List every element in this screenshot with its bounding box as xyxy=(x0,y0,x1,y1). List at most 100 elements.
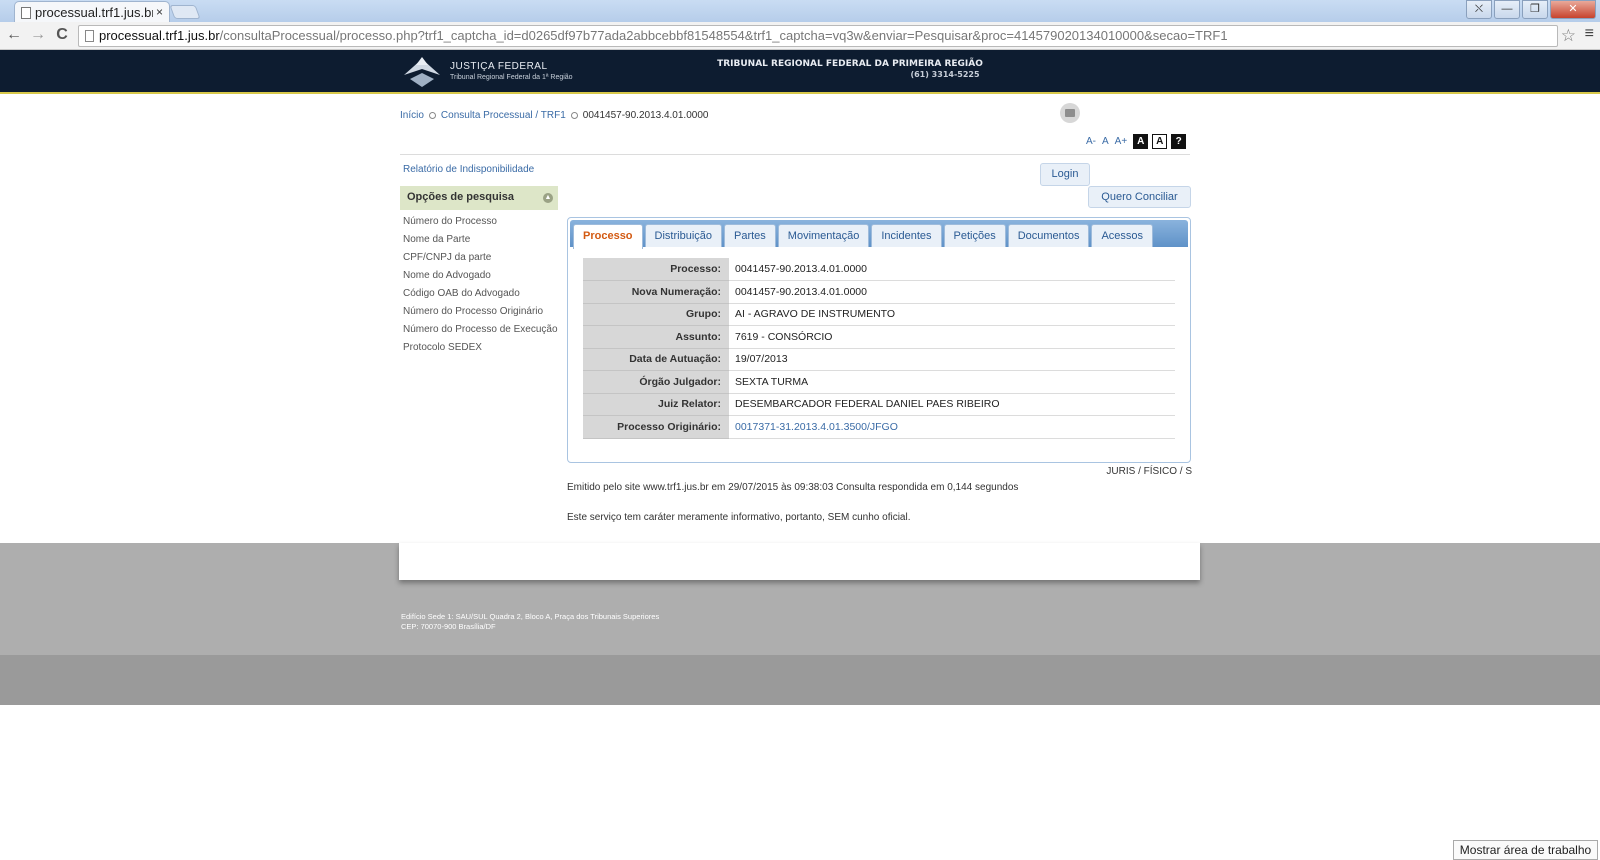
logo-subtitle: Tribunal Regional Federal da 1ª Região xyxy=(450,74,573,81)
new-tab-button[interactable] xyxy=(169,5,201,19)
process-info-table: Processo: 0041457-90.2013.4.01.0000 Nova … xyxy=(583,258,1175,439)
page-icon xyxy=(85,30,94,42)
search-option-processo-originario[interactable]: Número do Processo Originário xyxy=(403,305,558,320)
justica-federal-logo[interactable]: JUSTIÇA FEDERAL Tribunal Regional Federa… xyxy=(402,53,573,91)
table-row: Processo Originário: 0017371-31.2013.4.01… xyxy=(583,415,1175,439)
font-decrease-button[interactable]: A- xyxy=(1086,136,1096,147)
emitted-info: Emitido pelo site www.trf1.jus.br em 29/… xyxy=(567,482,1019,493)
tab-partes[interactable]: Partes xyxy=(724,224,776,247)
table-row: Data de Autuação: 19/07/2013 xyxy=(583,348,1175,371)
logo-title: JUSTIÇA FEDERAL xyxy=(450,61,548,72)
field-value: DESEMBARCADOR FEDERAL DANIEL PAES RIBEIR… xyxy=(729,393,1175,416)
bookmark-star-icon[interactable]: ☆ xyxy=(1561,26,1576,46)
process-panel: Processo Distribuição Partes Movimentaçã… xyxy=(567,217,1191,463)
tab-movimentacao[interactable]: Movimentação xyxy=(777,224,870,247)
field-label: Processo Originário: xyxy=(583,415,729,439)
maximize-button[interactable]: ❐ xyxy=(1522,0,1548,19)
table-row: Assunto: 7619 - CONSÓRCIO xyxy=(583,325,1175,349)
tab-peticoes[interactable]: Petições xyxy=(943,224,1006,247)
breadcrumb-separator-icon xyxy=(570,112,578,119)
search-option-numero-processo[interactable]: Número do Processo xyxy=(403,215,558,230)
field-label: Grupo: xyxy=(583,303,729,326)
field-label: Órgão Julgador: xyxy=(583,370,729,394)
page-icon xyxy=(21,7,31,19)
address-bar[interactable]: processual.trf1.jus.br/consultaProcessua… xyxy=(78,25,1558,47)
field-label: Processo: xyxy=(583,258,729,281)
search-options-header[interactable]: Opções de pesquisa ▲ xyxy=(400,186,558,210)
login-button[interactable]: Login xyxy=(1040,163,1090,186)
url-path: /consultaProcessual/processo.php?trf1_ca… xyxy=(219,28,1228,43)
breadcrumb-separator-icon xyxy=(428,112,436,119)
tab-documentos[interactable]: Documentos xyxy=(1007,224,1090,247)
close-window-button[interactable]: ✕ xyxy=(1550,0,1596,19)
footer-content-card xyxy=(399,543,1200,580)
court-phone: (61) 3314-5225 xyxy=(910,70,980,79)
table-row: Processo: 0041457-90.2013.4.01.0000 xyxy=(583,258,1175,281)
forward-icon[interactable]: → xyxy=(28,25,48,45)
search-option-nome-advogado[interactable]: Nome do Advogado xyxy=(403,269,558,284)
report-link[interactable]: Relatório de Indisponibilidade xyxy=(403,164,534,175)
table-row: Juiz Relator: DESEMBARCADOR FEDERAL DANIE… xyxy=(583,393,1175,416)
help-button[interactable]: ? xyxy=(1171,134,1187,149)
header-divider xyxy=(400,154,1190,155)
field-value: SEXTA TURMA xyxy=(729,370,1175,394)
font-controls: A- A A+ A A ? xyxy=(1086,134,1190,149)
breadcrumb-section[interactable]: Consulta Processual / TRF1 xyxy=(441,110,566,121)
show-desktop-button[interactable]: Mostrar área de trabalho xyxy=(1453,840,1598,860)
tab-title: processual.trf1.jus.br xyxy=(35,5,153,20)
search-option-nome-parte[interactable]: Nome da Parte xyxy=(403,233,558,248)
field-value: AI - AGRAVO DE INSTRUMENTO xyxy=(729,303,1175,326)
breadcrumb-current: 0041457-90.2013.4.01.0000 xyxy=(582,110,709,121)
field-label: Data de Autuação: xyxy=(583,348,729,371)
url-host: processual.trf1.jus.br xyxy=(99,28,220,43)
disclaimer-text: Este serviço tem caráter meramente infor… xyxy=(567,512,911,523)
collapse-up-icon[interactable]: ▲ xyxy=(543,193,553,203)
minimize-button[interactable]: — xyxy=(1494,0,1520,19)
back-icon[interactable]: ← xyxy=(4,25,24,45)
logo-emblem-icon xyxy=(404,57,440,87)
breadcrumb: Início Consulta Processual / TRF1 0041457-… xyxy=(400,110,708,121)
footer-address-line2: CEP: 70070-900 Brasília/DF xyxy=(401,622,496,631)
table-row: Órgão Julgador: SEXTA TURMA xyxy=(583,370,1175,394)
footer-address-line1: Edifício Sede 1: SAU/SUL Quadra 2, Bloco… xyxy=(401,612,660,621)
high-contrast-button[interactable]: A xyxy=(1133,134,1149,149)
tab-bar: Processo Distribuição Partes Movimentaçã… xyxy=(570,220,1188,249)
field-value: 19/07/2013 xyxy=(729,348,1175,371)
field-label: Nova Numeração: xyxy=(583,280,729,304)
court-name: TRIBUNAL REGIONAL FEDERAL DA PRIMEIRA RE… xyxy=(717,59,983,69)
quero-conciliar-button[interactable]: Quero Conciliar xyxy=(1088,186,1191,208)
tab-close-icon[interactable]: × xyxy=(156,5,163,19)
browser-toolbar: ← → C processual.trf1.jus.br/consultaPro… xyxy=(0,22,1600,50)
table-row: Nova Numeração: 0041457-90.2013.4.01.0000 xyxy=(583,280,1175,304)
process-classification: JURIS / FÍSICO / S xyxy=(1106,466,1192,477)
user-icon[interactable]: ⛌ xyxy=(1466,0,1492,19)
search-option-cpf-cnpj[interactable]: CPF/CNPJ da parte xyxy=(403,251,558,266)
search-options-list: Número do Processo Nome da Parte CPF/CNP… xyxy=(403,215,558,359)
breadcrumb-home[interactable]: Início xyxy=(400,110,424,121)
print-icon[interactable] xyxy=(1060,103,1080,123)
tab-distribuicao[interactable]: Distribuição xyxy=(644,224,722,247)
font-increase-button[interactable]: A+ xyxy=(1115,136,1128,147)
search-options-title: Opções de pesquisa xyxy=(407,191,514,203)
browser-tab[interactable]: processual.trf1.jus.br × xyxy=(14,1,170,22)
tab-acessos[interactable]: Acessos xyxy=(1091,224,1154,247)
field-value: 7619 - CONSÓRCIO xyxy=(729,325,1175,349)
processo-originario-link[interactable]: 0017371-31.2013.4.01.3500/JFGO xyxy=(729,415,1175,439)
footer-bottom-band xyxy=(0,655,1600,705)
browser-titlebar: processual.trf1.jus.br × ⛌ — ❐ ✕ xyxy=(0,0,1600,22)
search-option-processo-execucao[interactable]: Número do Processo de Execução xyxy=(403,323,558,338)
reload-icon[interactable]: C xyxy=(52,25,72,45)
search-option-protocolo-sedex[interactable]: Protocolo SEDEX xyxy=(403,341,558,356)
field-value: 0041457-90.2013.4.01.0000 xyxy=(729,258,1175,281)
field-value: 0041457-90.2013.4.01.0000 xyxy=(729,280,1175,304)
field-label: Juiz Relator: xyxy=(583,393,729,416)
window-controls: ⛌ — ❐ ✕ xyxy=(1464,0,1596,20)
table-row: Grupo: AI - AGRAVO DE INSTRUMENTO xyxy=(583,303,1175,326)
font-normal-button[interactable]: A xyxy=(1102,136,1109,147)
search-option-codigo-oab[interactable]: Código OAB do Advogado xyxy=(403,287,558,302)
normal-contrast-button[interactable]: A xyxy=(1152,134,1168,149)
menu-icon[interactable]: ≡ xyxy=(1585,25,1594,43)
tab-incidentes[interactable]: Incidentes xyxy=(871,224,942,247)
tab-processo[interactable]: Processo xyxy=(573,224,643,249)
field-label: Assunto: xyxy=(583,325,729,349)
